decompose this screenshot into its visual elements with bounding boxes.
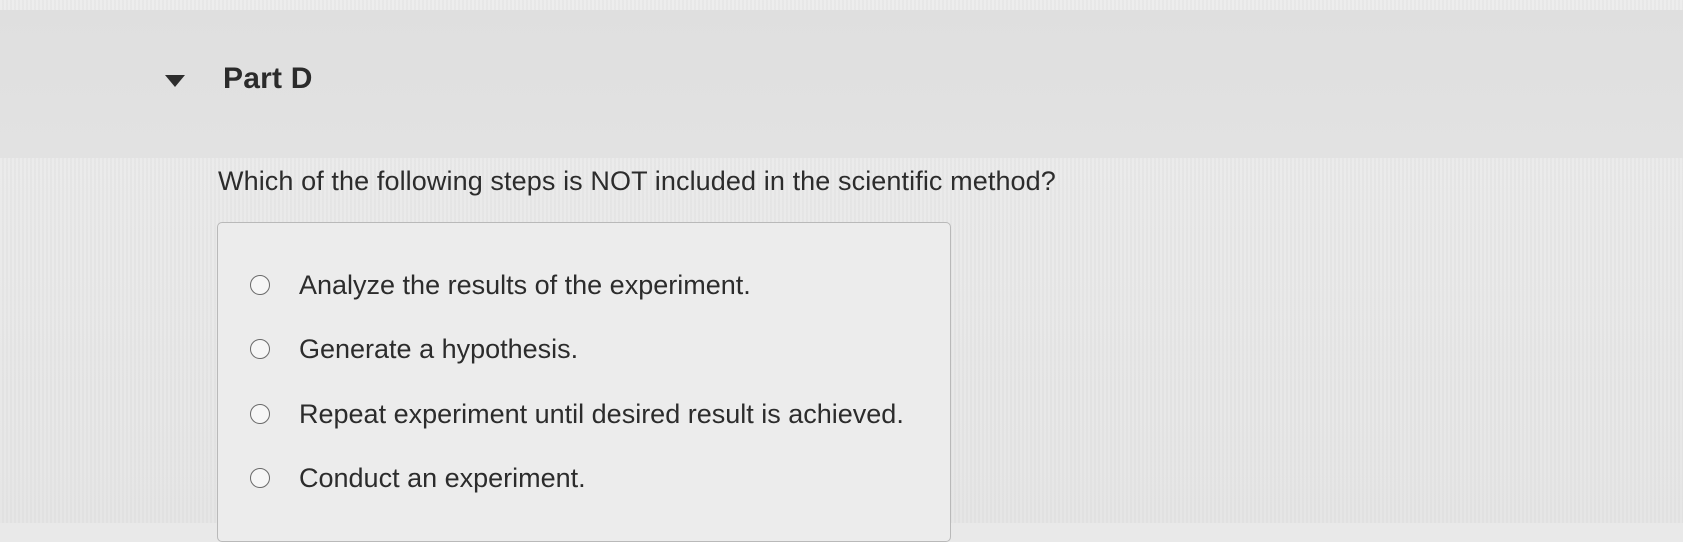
answer-options-box: Analyze the results of the experiment. G… (217, 222, 951, 542)
radio-unselected-icon[interactable] (250, 339, 270, 359)
option-generate-hypothesis[interactable]: Generate a hypothesis. (250, 329, 578, 369)
option-conduct-experiment[interactable]: Conduct an experiment. (250, 458, 586, 498)
radio-unselected-icon[interactable] (250, 468, 270, 488)
option-analyze-results[interactable]: Analyze the results of the experiment. (250, 265, 751, 305)
caret-down-icon[interactable] (164, 74, 186, 88)
radio-unselected-icon[interactable] (250, 404, 270, 424)
option-label: Generate a hypothesis. (299, 333, 579, 364)
option-label: Analyze the results of the experiment. (299, 269, 751, 300)
radio-unselected-icon[interactable] (250, 275, 270, 295)
option-label: Repeat experiment until desired result i… (299, 398, 904, 429)
part-header[interactable]: Part D (0, 10, 1683, 158)
option-label: Conduct an experiment. (299, 462, 586, 493)
part-title: Part D (223, 62, 313, 95)
question-text: Which of the following steps is NOT incl… (218, 166, 1056, 196)
option-repeat-experiment[interactable]: Repeat experiment until desired result i… (250, 394, 904, 434)
